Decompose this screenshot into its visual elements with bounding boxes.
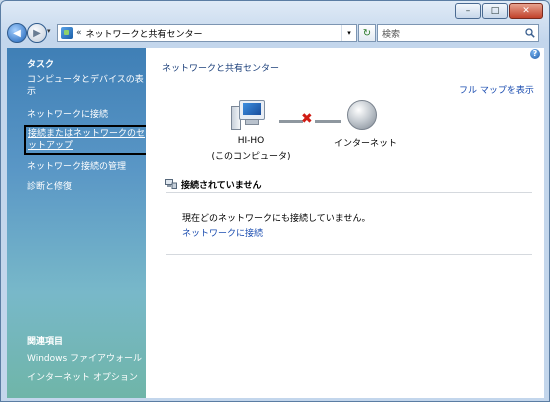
page-title: ネットワークと共有センター: [162, 64, 280, 74]
task-manage-connections[interactable]: ネットワーク接続の管理: [27, 161, 145, 173]
refresh-button[interactable]: ↻: [358, 24, 376, 42]
divider: [166, 192, 532, 193]
related-windows-firewall[interactable]: Windows ファイアウォール: [27, 353, 145, 365]
computer-icon: [231, 100, 267, 130]
connect-to-network-link[interactable]: ネットワークに接続: [182, 226, 263, 239]
navigation-bar: ◀ ▶ ▾ « ネットワークと共有センター ▾ ↻ 検索: [1, 21, 549, 45]
forward-button[interactable]: ▶: [27, 23, 47, 43]
internet-label: インターネット: [334, 139, 398, 149]
close-button[interactable]: ✕: [509, 3, 543, 19]
back-button[interactable]: ◀: [7, 23, 27, 43]
help-icon[interactable]: ?: [530, 49, 540, 59]
full-map-link[interactable]: フル マップを表示: [459, 83, 534, 96]
connection-line: [315, 120, 341, 123]
task-pane: タスク コンピュータとデバイスの表示 ネットワークに接続 接続またはネットワーク…: [7, 48, 149, 398]
network-center-icon: [61, 27, 73, 39]
connection-status-message: 現在どのネットワークにも接続していません。: [182, 214, 371, 224]
search-icon[interactable]: [522, 25, 538, 41]
address-text[interactable]: ネットワークと共有センター: [86, 27, 341, 40]
connection-status-title: 接続されていません: [181, 181, 262, 191]
disconnected-x-icon: ✖: [301, 111, 313, 127]
address-dropdown-icon[interactable]: ▾: [341, 25, 356, 41]
divider: [166, 254, 532, 255]
task-view-computers[interactable]: コンピュータとデバイスの表示: [27, 74, 145, 98]
search-box[interactable]: 検索: [377, 24, 539, 42]
minimize-button[interactable]: –: [455, 3, 481, 19]
network-status-icon: [165, 179, 177, 189]
maximize-button[interactable]: □: [482, 3, 508, 19]
search-input[interactable]: 検索: [378, 27, 522, 40]
connection-line: [279, 120, 303, 123]
address-bar[interactable]: « ネットワークと共有センター ▾: [57, 24, 357, 42]
window: – □ ✕ ◀ ▶ ▾ « ネットワークと共有センター ▾ ↻ 検索 タスク コ…: [0, 0, 550, 402]
related-internet-options[interactable]: インターネット オプション: [27, 372, 145, 384]
computer-name: HI-HO: [237, 136, 265, 146]
computer-sublabel: (このコンピュータ): [211, 152, 291, 162]
content-pane: ? ネットワークと共有センター フル マップを表示 ✖ HI-HO (このコンピ…: [146, 48, 544, 398]
caption-buttons: – □ ✕: [455, 3, 543, 19]
recent-pages-dropdown[interactable]: ▾: [47, 27, 51, 35]
task-connect-network[interactable]: ネットワークに接続: [27, 109, 145, 121]
related-heading: 関連項目: [27, 337, 64, 347]
task-setup-connection[interactable]: 接続またはネットワークのセットアップ: [24, 125, 149, 155]
address-separator: «: [76, 28, 82, 38]
tasks-heading: タスク: [27, 60, 55, 70]
internet-globe-icon: [347, 100, 377, 130]
task-diagnose-repair[interactable]: 診断と修復: [27, 181, 145, 193]
